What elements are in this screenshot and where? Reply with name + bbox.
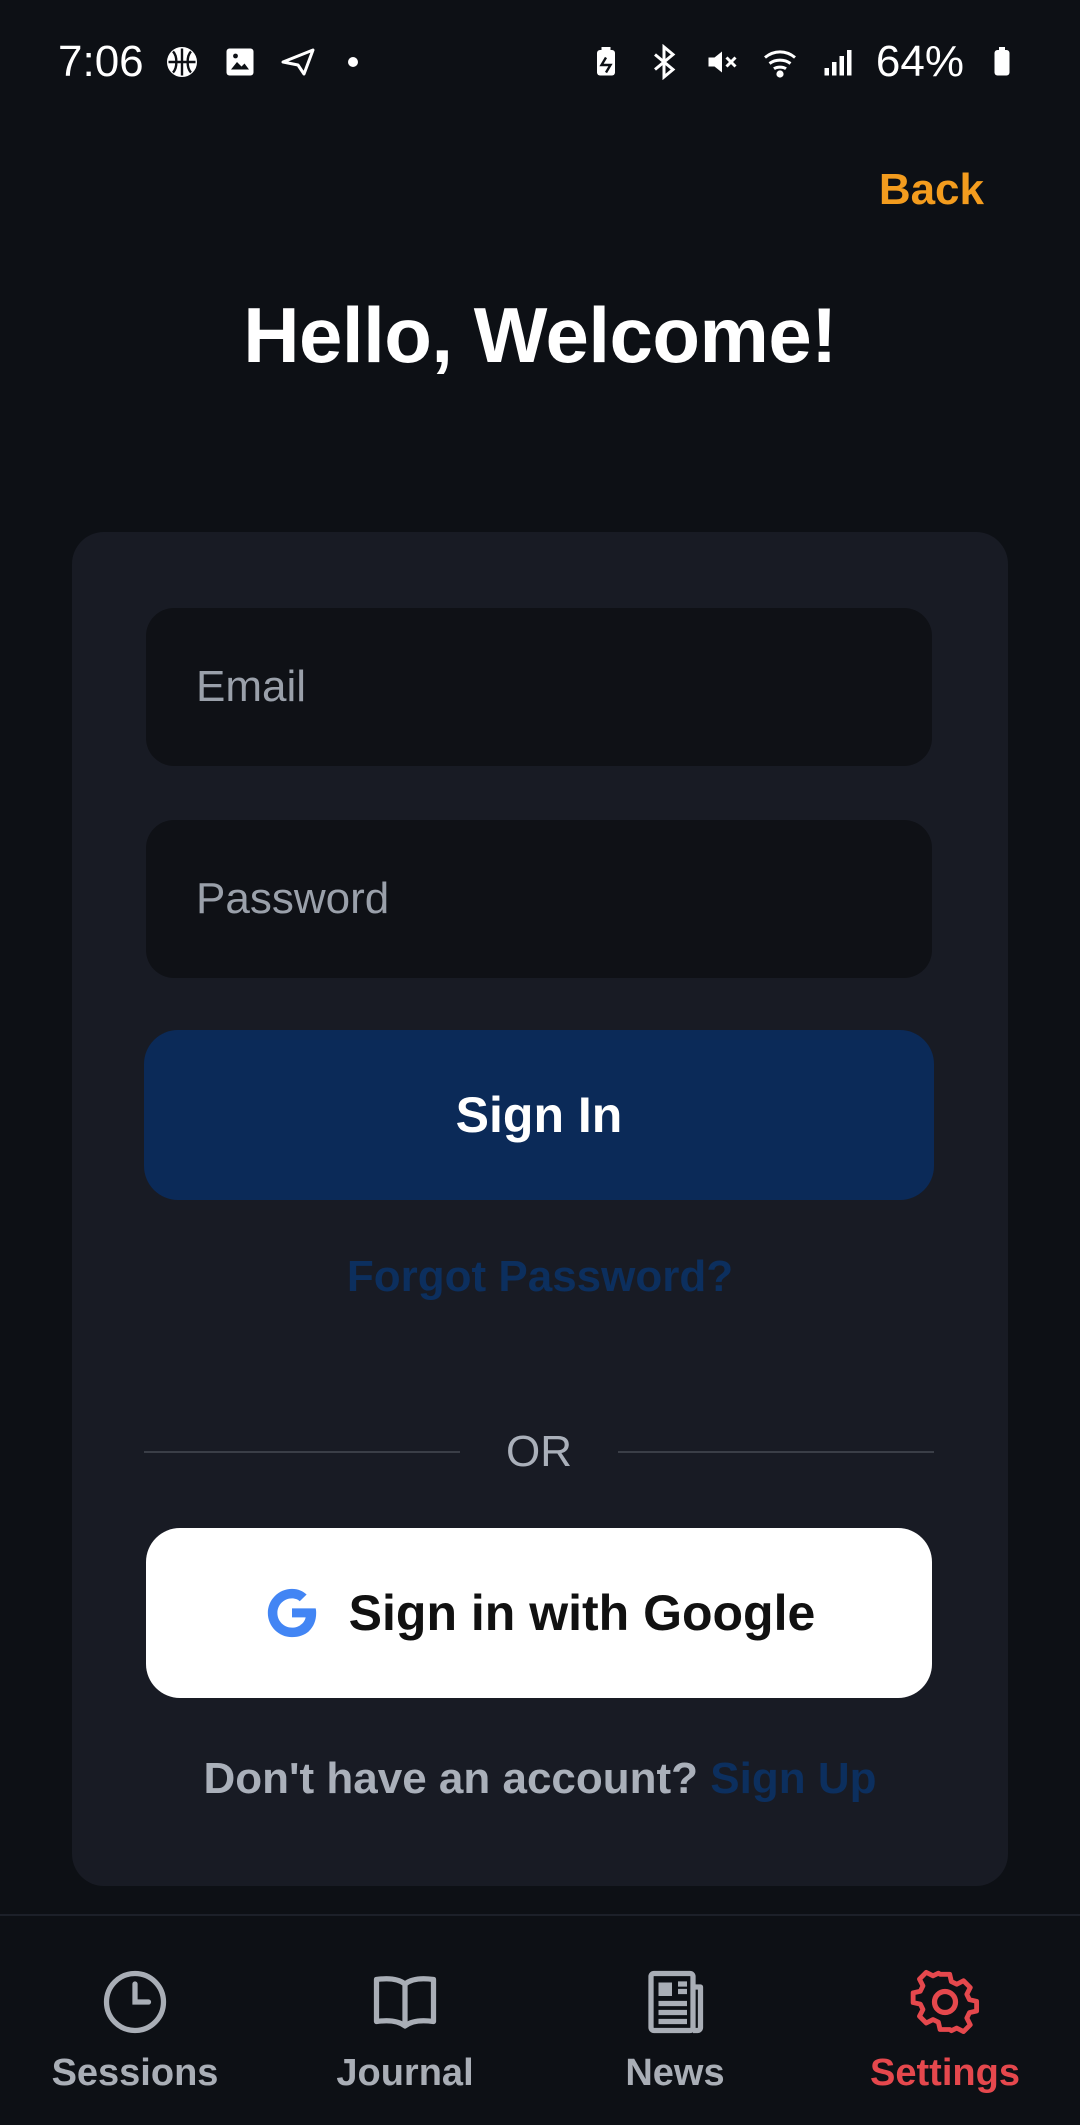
nav-label-settings: Settings (870, 2052, 1020, 2094)
basketball-icon (162, 42, 202, 82)
mute-icon (702, 42, 742, 82)
status-bar: 7:06 64% (0, 0, 1080, 124)
wifi-icon (760, 42, 800, 82)
nav-label-sessions: Sessions (51, 2052, 219, 2094)
nav-item-sessions[interactable]: Sessions (0, 1916, 270, 2095)
bluetooth-icon (644, 42, 684, 82)
google-icon (263, 1584, 321, 1642)
or-label: OR (506, 1427, 572, 1476)
book-icon (369, 1966, 441, 2038)
bottom-nav: Sessions Journal News Settings (0, 1914, 1080, 2125)
nav-label-journal: Journal (336, 2052, 474, 2094)
google-sign-in-button[interactable]: Sign in with Google (146, 1528, 932, 1698)
battery-percent: 64% (875, 37, 964, 86)
battery-saver-icon (586, 42, 626, 82)
status-time: 7:06 (58, 37, 144, 86)
back-button[interactable]: Back (879, 165, 984, 215)
divider-line-left (144, 1451, 460, 1453)
newspaper-icon (639, 1966, 711, 2038)
signal-icon (818, 42, 858, 82)
sign-in-button[interactable]: Sign In (144, 1030, 934, 1200)
email-field[interactable] (146, 608, 932, 766)
page-title: Hello, Welcome! (243, 291, 837, 379)
nav-item-news[interactable]: News (540, 1916, 810, 2095)
gear-icon (909, 1966, 981, 2038)
status-right: 64% (586, 37, 1022, 87)
sign-up-link[interactable]: Sign Up (710, 1754, 876, 1803)
google-sign-in-label: Sign in with Google (348, 1585, 816, 1641)
nav-item-settings[interactable]: Settings (810, 1916, 1080, 2095)
nav-label-news: News (625, 2052, 725, 2094)
signup-row: Don't have an account? Sign Up (72, 1754, 1008, 1804)
divider-line-right (618, 1451, 934, 1453)
password-field[interactable] (146, 820, 932, 978)
battery-icon (982, 42, 1022, 82)
send-icon (278, 42, 318, 82)
clock-icon (99, 1966, 171, 2038)
image-icon (220, 42, 260, 82)
forgot-password-link[interactable]: Forgot Password? (72, 1252, 1008, 1302)
login-card: Sign In Forgot Password? OR Sign in with… (72, 532, 1008, 1886)
nav-item-journal[interactable]: Journal (270, 1916, 540, 2095)
dot-icon (347, 57, 358, 67)
sign-in-label: Sign In (455, 1087, 623, 1143)
or-divider: OR (144, 1412, 934, 1492)
signup-prompt: Don't have an account? (203, 1754, 699, 1803)
status-left: 7:06 (58, 37, 358, 87)
